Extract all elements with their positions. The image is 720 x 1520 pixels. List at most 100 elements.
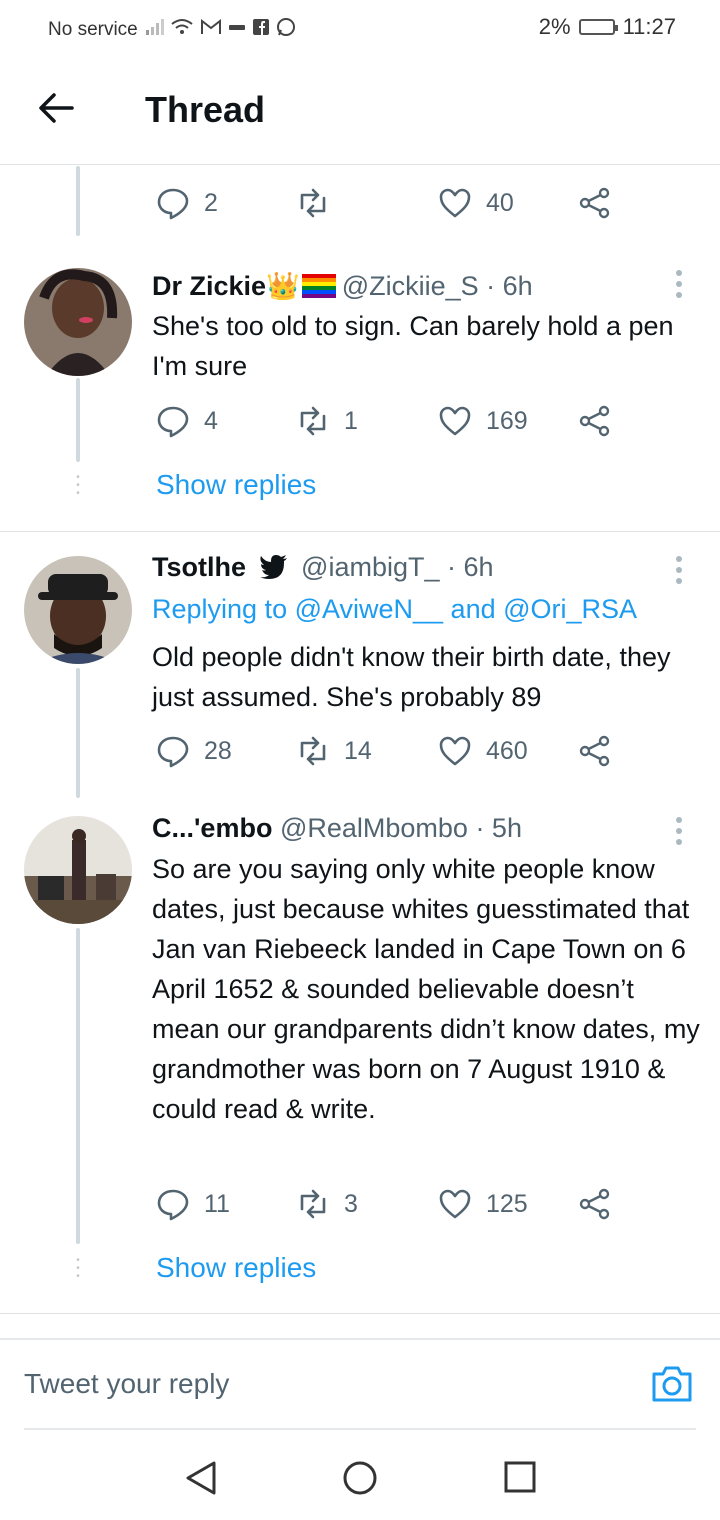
thread-line <box>76 166 80 236</box>
circle-home-icon <box>343 1461 377 1495</box>
more-options-button[interactable] <box>676 270 684 303</box>
more-options-button[interactable] <box>676 556 684 589</box>
share-icon <box>579 735 610 767</box>
header: Thread <box>0 56 720 165</box>
divider <box>0 531 720 532</box>
like-button[interactable]: 40 <box>438 186 514 220</box>
clock: 11:27 <box>622 14 676 39</box>
thread-dots: • • • <box>76 472 80 499</box>
reply-button[interactable]: 2 <box>156 186 218 220</box>
tweet-actions: 2 40 <box>156 186 626 226</box>
signal-icon <box>144 18 164 41</box>
author-name[interactable]: Dr Zickie <box>152 271 266 301</box>
share-button[interactable] <box>578 1187 612 1221</box>
tweet-header: Tsotlhe @iambigT_ · 6h <box>152 552 494 583</box>
triangle-back-icon <box>186 1461 216 1495</box>
twitter-bird-icon <box>259 555 287 579</box>
author-handle[interactable]: @iambigT_ · 6h <box>301 552 493 582</box>
author-handle[interactable]: @Zickiie_S · 6h <box>342 271 533 301</box>
share-icon <box>579 187 610 219</box>
more-options-button[interactable] <box>676 817 684 850</box>
like-button[interactable]: 169 <box>438 404 528 438</box>
tweet-text: Old people didn't know their birth date,… <box>152 642 671 712</box>
heart-icon <box>439 736 471 766</box>
reply-button[interactable]: 28 <box>156 734 232 768</box>
tweet-text: So are you saying only white people know… <box>152 854 700 1124</box>
author-name[interactable]: C...'embo <box>152 813 272 843</box>
retweet-icon <box>300 188 326 218</box>
retweet-button[interactable]: 1 <box>296 404 358 438</box>
retweet-count: 1 <box>344 406 358 435</box>
avatar[interactable] <box>24 268 132 376</box>
tweet-actions: 4 1 169 <box>156 404 626 444</box>
reply-count: 2 <box>204 188 218 217</box>
back-arrow-icon <box>39 93 74 123</box>
reply-icon <box>157 736 189 768</box>
share-icon <box>579 1188 610 1220</box>
reply-icon <box>157 406 189 438</box>
retweet-icon <box>300 406 326 436</box>
share-icon <box>579 405 610 437</box>
reply-icon <box>157 1189 189 1221</box>
like-count: 40 <box>486 188 514 217</box>
retweet-button[interactable] <box>296 186 344 220</box>
nav-home-button[interactable] <box>342 1460 378 1501</box>
retweet-button[interactable]: 14 <box>296 734 372 768</box>
tweet-actions: 28 14 460 <box>156 734 626 774</box>
back-button[interactable] <box>36 88 76 128</box>
nav-back-button[interactable] <box>184 1460 218 1501</box>
like-count: 460 <box>486 736 528 765</box>
reply-count: 28 <box>204 736 232 765</box>
rainbow-flag-icon <box>301 274 336 298</box>
tweet-actions: 11 3 125 <box>156 1187 626 1227</box>
avatar[interactable] <box>24 556 132 664</box>
tweet-header: Dr Zickie👑 @Zickiie_S · 6h <box>152 270 533 302</box>
retweet-icon <box>300 736 326 766</box>
like-button[interactable]: 460 <box>438 734 528 768</box>
heart-icon <box>439 188 471 218</box>
camera-icon <box>652 1366 692 1402</box>
system-nav-bar <box>0 1430 720 1520</box>
thread-line <box>76 668 80 798</box>
reply-composer: Tweet your reply <box>0 1338 720 1432</box>
retweet-icon <box>300 1189 326 1219</box>
tweet-text: She's too old to sign. Can barely hold a… <box>152 311 674 381</box>
author-handle[interactable]: @RealMbombo · 5h <box>280 813 522 843</box>
reply-icon <box>157 188 189 220</box>
share-button[interactable] <box>578 734 612 768</box>
like-count: 125 <box>486 1189 528 1218</box>
show-replies-link[interactable]: Show replies <box>156 469 316 501</box>
author-name[interactable]: Tsotlhe <box>152 552 246 582</box>
battery-icon <box>578 19 618 35</box>
battery-percent: 2% <box>538 14 571 39</box>
page-title: Thread <box>145 89 266 130</box>
reply-input[interactable]: Tweet your reply <box>24 1368 229 1400</box>
retweet-count: 3 <box>344 1189 358 1218</box>
status-right: 2% 11:27 <box>539 14 676 40</box>
thread-line <box>76 928 80 1244</box>
share-button[interactable] <box>578 186 612 220</box>
camera-button[interactable] <box>650 1362 694 1406</box>
square-recents-icon <box>504 1461 536 1493</box>
facebook-icon <box>252 18 270 41</box>
share-button[interactable] <box>578 404 612 438</box>
reply-button[interactable]: 11 <box>156 1187 230 1221</box>
reply-count: 4 <box>204 406 218 435</box>
replying-to[interactable]: Replying to @AviweN__ and @Ori_RSA <box>152 594 637 625</box>
show-replies-link[interactable]: Show replies <box>156 1252 316 1284</box>
avatar[interactable] <box>24 816 132 924</box>
nav-recents-button[interactable] <box>503 1460 537 1499</box>
retweet-count: 14 <box>344 736 372 765</box>
retweet-button[interactable]: 3 <box>296 1187 358 1221</box>
like-button[interactable]: 125 <box>438 1187 528 1221</box>
reply-button[interactable]: 4 <box>156 404 218 438</box>
status-bar: No service 2% 11:27 <box>0 0 720 56</box>
heart-icon <box>439 406 471 436</box>
thread-line <box>76 378 80 462</box>
minus-icon <box>228 19 246 40</box>
wifi-icon <box>170 18 194 41</box>
thread-dots: • • • <box>76 1255 80 1282</box>
crown-emoji-icon: 👑 <box>266 271 300 301</box>
heart-icon <box>439 1189 471 1219</box>
tweet-header: C...'embo @RealMbombo · 5h <box>152 813 522 844</box>
